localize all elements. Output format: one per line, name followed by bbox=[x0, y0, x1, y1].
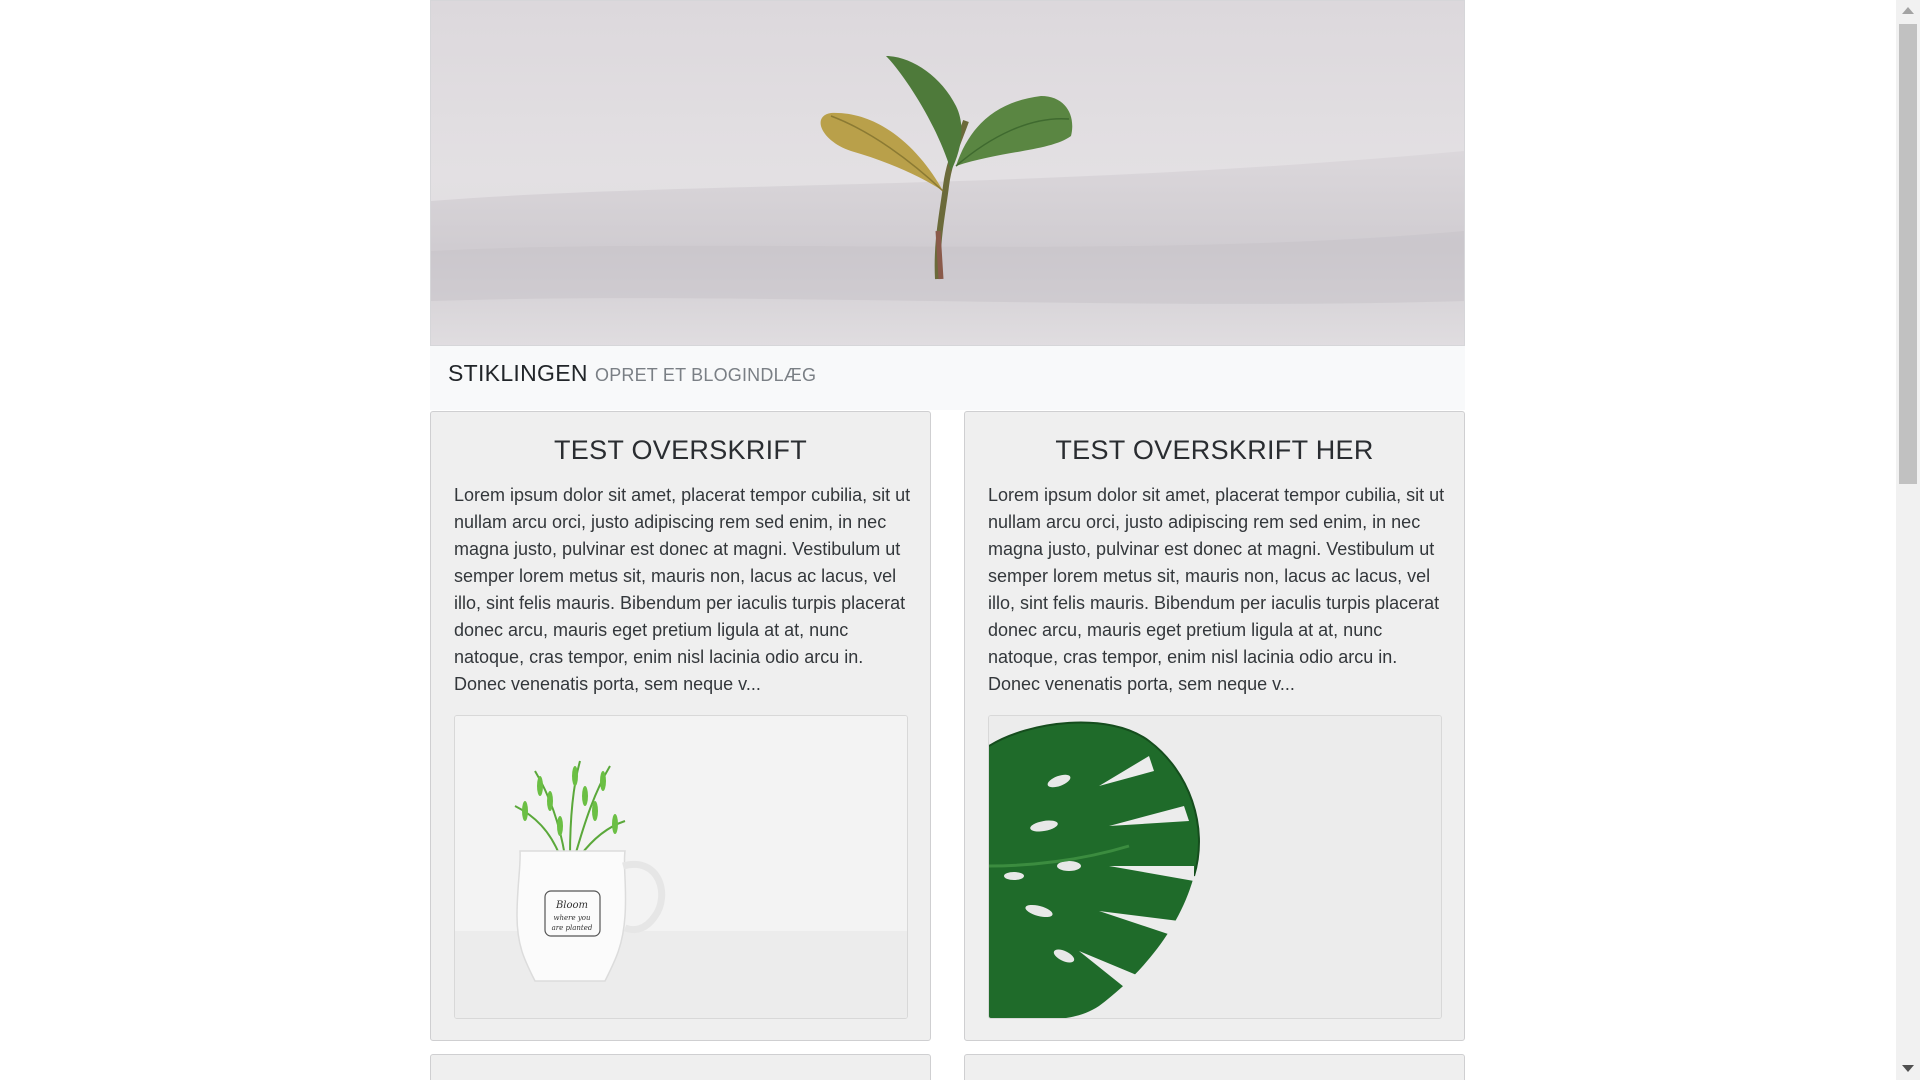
navbar: STIKLINGEN OPRET ET BLOGINDLÆG bbox=[430, 346, 1465, 410]
svg-text:are planted: are planted bbox=[552, 924, 593, 932]
vertical-scrollbar[interactable] bbox=[1896, 0, 1920, 1080]
svg-text:Bloom: Bloom bbox=[555, 900, 588, 911]
scrollbar-thumb[interactable] bbox=[1899, 24, 1917, 484]
arrow-down-icon bbox=[1902, 1065, 1914, 1072]
navbar-brand[interactable]: STIKLINGEN bbox=[448, 360, 588, 387]
blog-post-card[interactable]: TEST OVERSKRIFT Lorem ipsum dolor sit am… bbox=[430, 411, 931, 1041]
post-image-monstera[interactable] bbox=[988, 715, 1442, 1019]
svg-text:where you: where you bbox=[553, 914, 591, 922]
page: STIKLINGEN OPRET ET BLOGINDLÆG TEST OVER… bbox=[0, 0, 1896, 1080]
post-title[interactable]: TEST OVERSKRIFT HER bbox=[965, 435, 1464, 466]
arrow-up-icon bbox=[1902, 7, 1914, 14]
post-excerpt: Lorem ipsum dolor sit amet, placerat tem… bbox=[454, 485, 911, 694]
blog-post-card[interactable] bbox=[430, 1054, 931, 1080]
hero-banner-image bbox=[430, 0, 1465, 346]
scroll-down-button[interactable] bbox=[1896, 1058, 1920, 1080]
blog-post-card[interactable] bbox=[964, 1054, 1465, 1080]
blog-post-card[interactable]: TEST OVERSKRIFT HER Lorem ipsum dolor si… bbox=[964, 411, 1465, 1041]
post-title[interactable]: TEST OVERSKRIFT bbox=[431, 435, 930, 466]
post-image-rosemary[interactable]: Bloom where you are planted bbox=[454, 715, 908, 1019]
scroll-up-button[interactable] bbox=[1896, 0, 1920, 22]
post-excerpt: Lorem ipsum dolor sit amet, placerat tem… bbox=[988, 485, 1445, 694]
nav-link-create-post[interactable]: OPRET ET BLOGINDLÆG bbox=[595, 365, 816, 386]
